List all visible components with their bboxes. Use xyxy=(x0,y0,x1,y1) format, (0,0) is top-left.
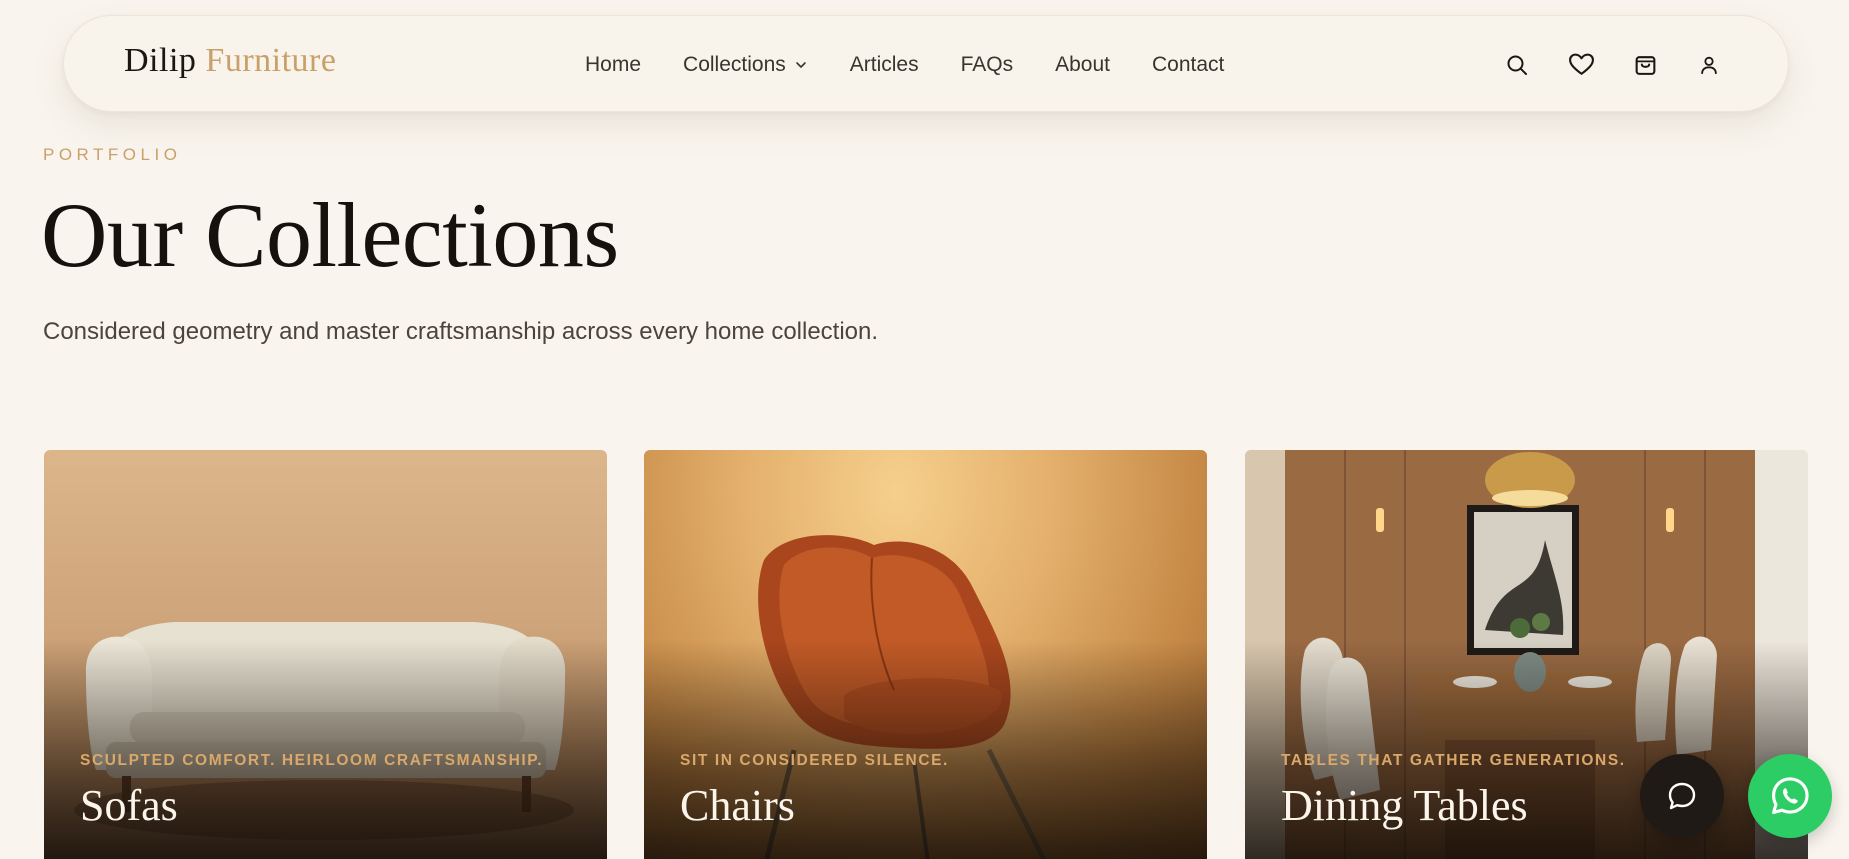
top-navigation-bar: Dilip Furniture Home Collections Article… xyxy=(63,15,1789,112)
section-eyebrow: PORTFOLIO xyxy=(43,145,182,164)
card-title: Sofas xyxy=(80,781,178,830)
chat-bubble-icon xyxy=(1668,782,1696,810)
page: Dilip Furniture Home Collections Article… xyxy=(0,0,1849,859)
nav-home-link[interactable]: Home xyxy=(585,53,641,77)
brand-logo[interactable]: Dilip Furniture xyxy=(124,42,336,80)
card-title: Dining Tables xyxy=(1281,781,1528,830)
chat-button[interactable] xyxy=(1640,754,1724,838)
wishlist-button[interactable] xyxy=(1566,50,1596,80)
search-button[interactable] xyxy=(1502,50,1532,80)
nav-articles-link[interactable]: Articles xyxy=(850,53,919,77)
whatsapp-icon xyxy=(1772,777,1809,815)
header-actions xyxy=(1502,16,1724,113)
nav-collections-dropdown[interactable]: Collections xyxy=(683,53,808,77)
collection-card-chairs[interactable]: SIT IN CONSIDERED SILENCE. Chairs xyxy=(644,450,1207,859)
card-tagline: SIT IN CONSIDERED SILENCE. xyxy=(680,752,949,769)
page-subtitle: Considered geometry and master craftsman… xyxy=(43,318,879,345)
brand-name-second: Furniture xyxy=(205,42,337,79)
chevron-down-icon xyxy=(795,61,806,68)
search-icon xyxy=(1507,55,1527,75)
nav-contact-link[interactable]: Contact xyxy=(1152,53,1224,77)
nav-collections-label: Collections xyxy=(683,52,786,76)
card-title: Chairs xyxy=(680,781,795,830)
nav-about-link[interactable]: About xyxy=(1055,53,1110,77)
card-tagline: TABLES THAT GATHER GENERATIONS. xyxy=(1281,752,1626,769)
card-tagline: SCULPTED COMFORT. HEIRLOOM CRAFTSMANSHIP… xyxy=(80,752,544,769)
shopping-bag-icon xyxy=(1635,56,1655,75)
cart-button[interactable] xyxy=(1630,50,1660,80)
nav-faqs-link[interactable]: FAQs xyxy=(961,53,1014,77)
page-title: Our Collections xyxy=(41,184,619,286)
user-icon xyxy=(1701,56,1717,74)
brand-name-first: Dilip xyxy=(124,42,197,79)
heart-icon xyxy=(1568,53,1594,75)
main-menu: Home Collections Articles FAQs About Con… xyxy=(585,16,1224,113)
account-button[interactable] xyxy=(1694,50,1724,80)
collection-card-sofas[interactable]: SCULPTED COMFORT. HEIRLOOM CRAFTSMANSHIP… xyxy=(44,450,607,859)
whatsapp-button[interactable] xyxy=(1748,754,1832,838)
